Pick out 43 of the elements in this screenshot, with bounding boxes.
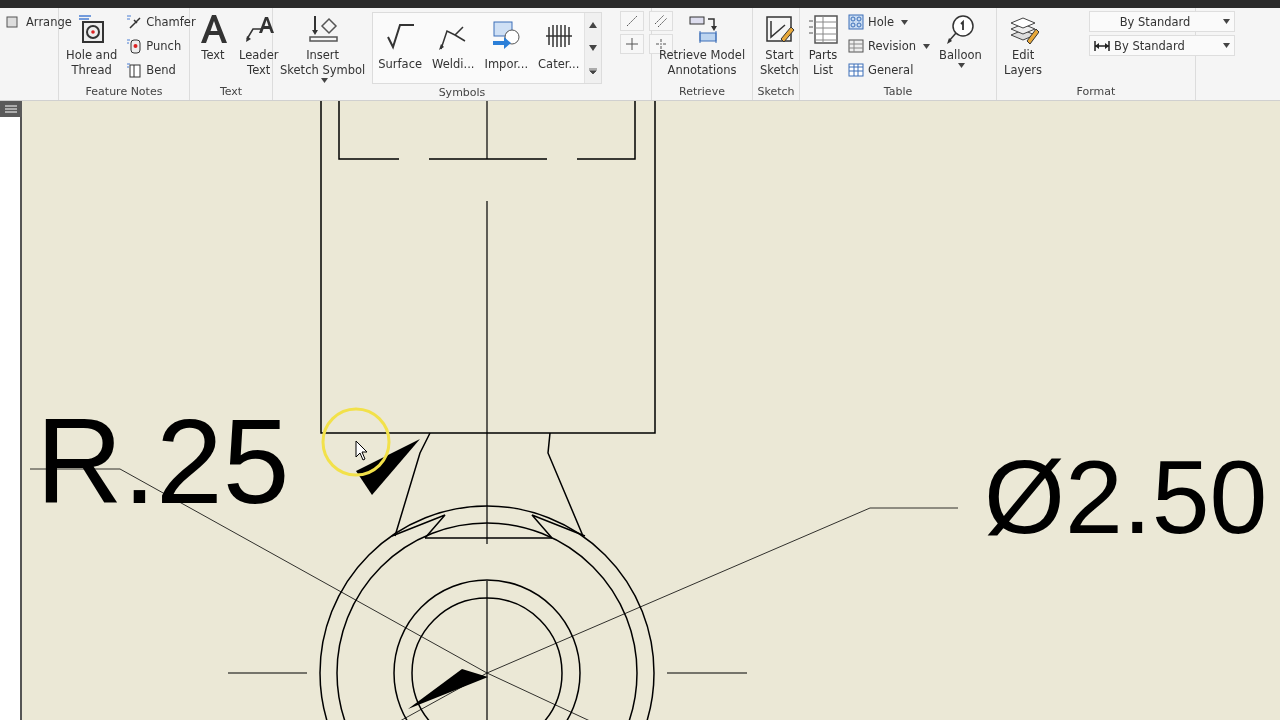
- punch-icon: [126, 38, 143, 54]
- import-icon: [490, 19, 523, 51]
- symbol-icon: [306, 13, 339, 45]
- tool-button[interactable]: Balloon: [936, 11, 985, 70]
- panel-title: Feature Notes: [84, 84, 164, 100]
- tool-button[interactable]: Parts List: [804, 11, 842, 80]
- annotation-icon: [686, 13, 719, 45]
- menu-icon[interactable]: [0, 101, 22, 117]
- scroll-up-icon[interactable]: [585, 13, 602, 37]
- balloon-icon: [944, 13, 977, 45]
- panel-title: Text: [218, 84, 244, 100]
- gallery-item[interactable]: Impor...: [479, 13, 534, 83]
- mouse-cursor-icon: [355, 440, 368, 461]
- tool-button[interactable]: Edit Layers: [1001, 11, 1046, 80]
- chamfer-icon: [126, 14, 143, 30]
- dimension-text: R.25: [36, 401, 290, 521]
- bend-icon: [126, 62, 143, 78]
- dimension-text: Ø2.50: [984, 445, 1268, 549]
- tool-button[interactable]: Retrieve Model Annotations: [656, 11, 749, 80]
- arrowhead: [356, 439, 420, 495]
- gallery-item[interactable]: Surface: [373, 13, 428, 83]
- panel-title: Sketch: [757, 84, 795, 100]
- style-dropdown[interactable]: By Standard: [1089, 35, 1236, 56]
- table-icon: [848, 38, 864, 54]
- tool-button[interactable]: Revision: [846, 35, 933, 57]
- panel-title: Symbols: [437, 85, 487, 101]
- tool-button[interactable]: Start Sketch: [757, 11, 802, 80]
- cursor-highlight: [321, 407, 391, 477]
- expand-icon[interactable]: [585, 59, 602, 83]
- tool-button[interactable]: Arrange: [4, 11, 74, 33]
- panel-title: Retrieve: [678, 84, 726, 100]
- panel-title: Table: [882, 84, 914, 100]
- panel-title: Format: [1075, 84, 1117, 100]
- gallery-item[interactable]: Weldi...: [427, 13, 480, 83]
- table-icon: [807, 13, 839, 45]
- hole-table-icon: [848, 14, 864, 30]
- tool-button[interactable]: General: [846, 59, 933, 81]
- sketch-icon: [763, 13, 796, 45]
- table-icon: [848, 62, 864, 78]
- style-dropdown[interactable]: By Standard: [1089, 11, 1236, 32]
- gallery-item[interactable]: Cater...: [533, 13, 585, 83]
- dimension-icon: [1094, 40, 1111, 51]
- tool-button[interactable]: Hole: [846, 11, 933, 33]
